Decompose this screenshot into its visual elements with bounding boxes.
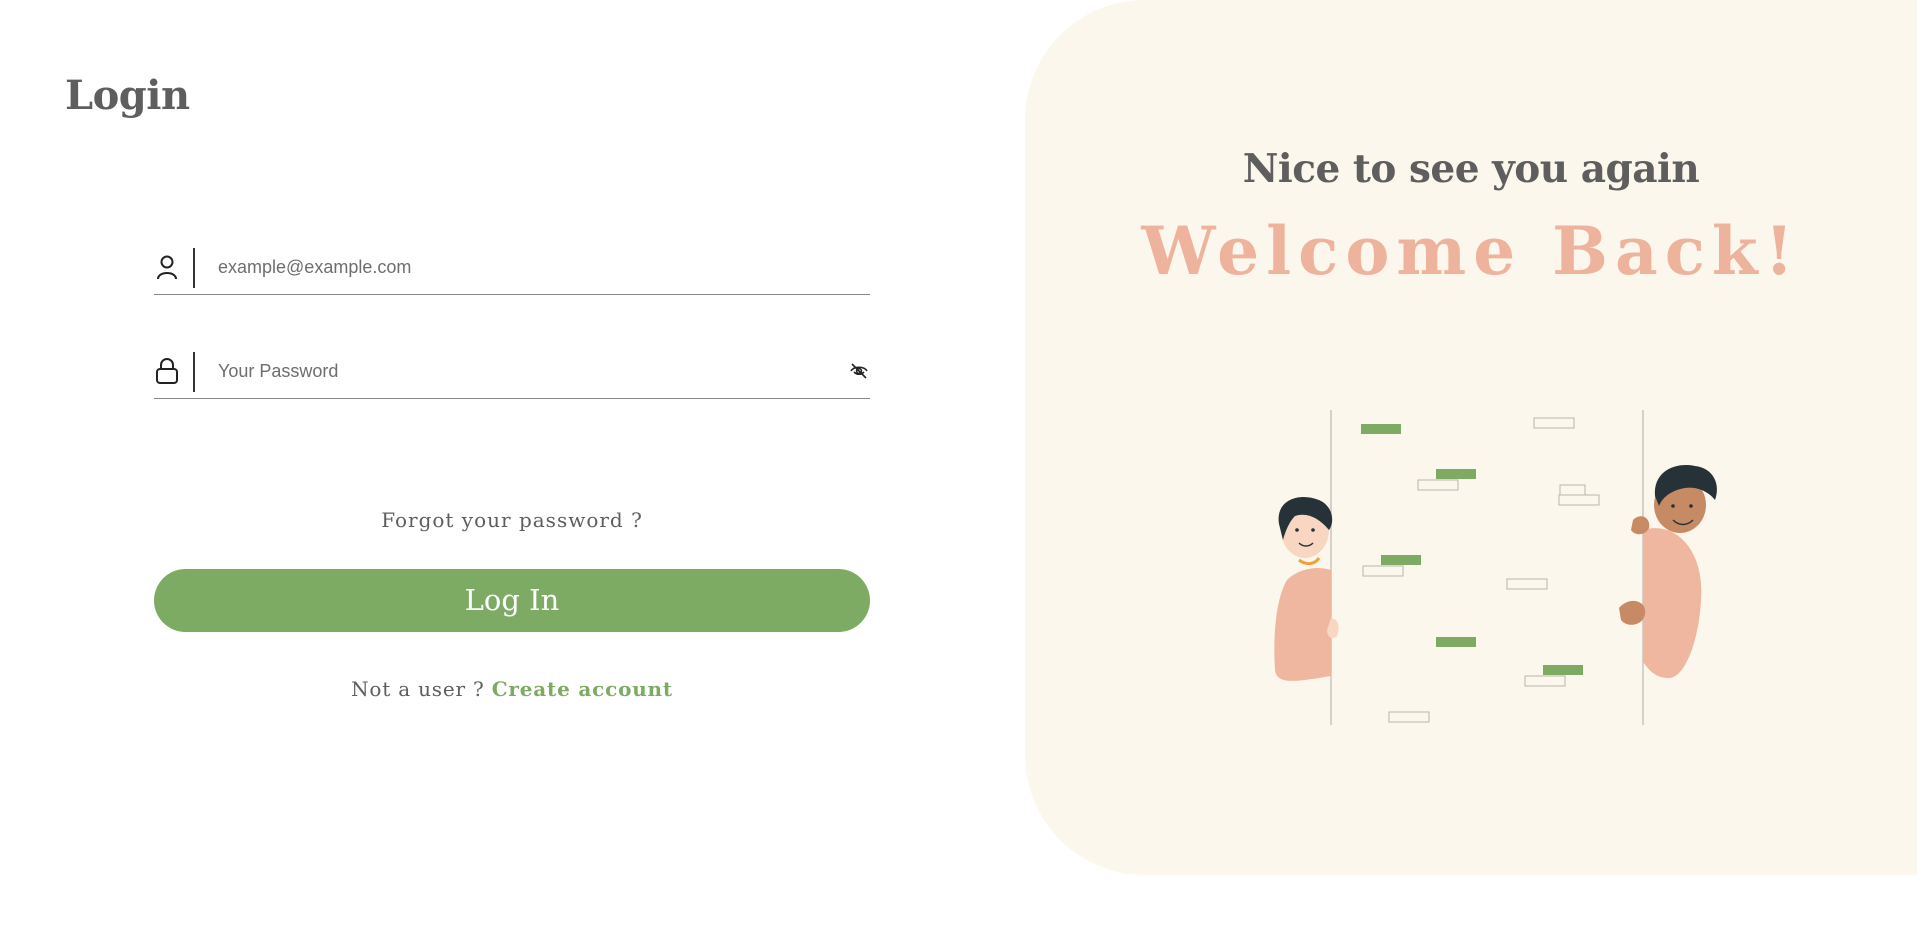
lock-icon: [154, 354, 180, 388]
signup-prompt-text: Not a user ?: [351, 677, 485, 701]
welcome-headline: Welcome Back!: [1141, 212, 1801, 290]
create-account-link[interactable]: Create account: [492, 677, 673, 701]
page-title: Login: [65, 72, 190, 119]
peeking-people-illustration: [1274, 410, 1717, 725]
email-field: [154, 244, 870, 295]
greeting-text: Nice to see you again: [1242, 146, 1700, 192]
signup-prompt: Not a user ? Create account: [154, 677, 870, 701]
password-field: [154, 348, 870, 399]
eye-off-icon[interactable]: [848, 360, 870, 382]
user-icon: [154, 250, 180, 284]
field-divider: [193, 352, 195, 392]
password-input[interactable]: [218, 354, 778, 388]
email-input[interactable]: [218, 250, 778, 284]
forgot-password-link[interactable]: Forgot your password ?: [154, 508, 870, 532]
login-button[interactable]: Log In: [154, 569, 870, 632]
left-person: [1274, 497, 1339, 681]
welcome-panel: Nice to see you again Welcome Back!: [1025, 0, 1917, 875]
right-person: [1619, 465, 1717, 678]
field-divider: [193, 248, 195, 288]
